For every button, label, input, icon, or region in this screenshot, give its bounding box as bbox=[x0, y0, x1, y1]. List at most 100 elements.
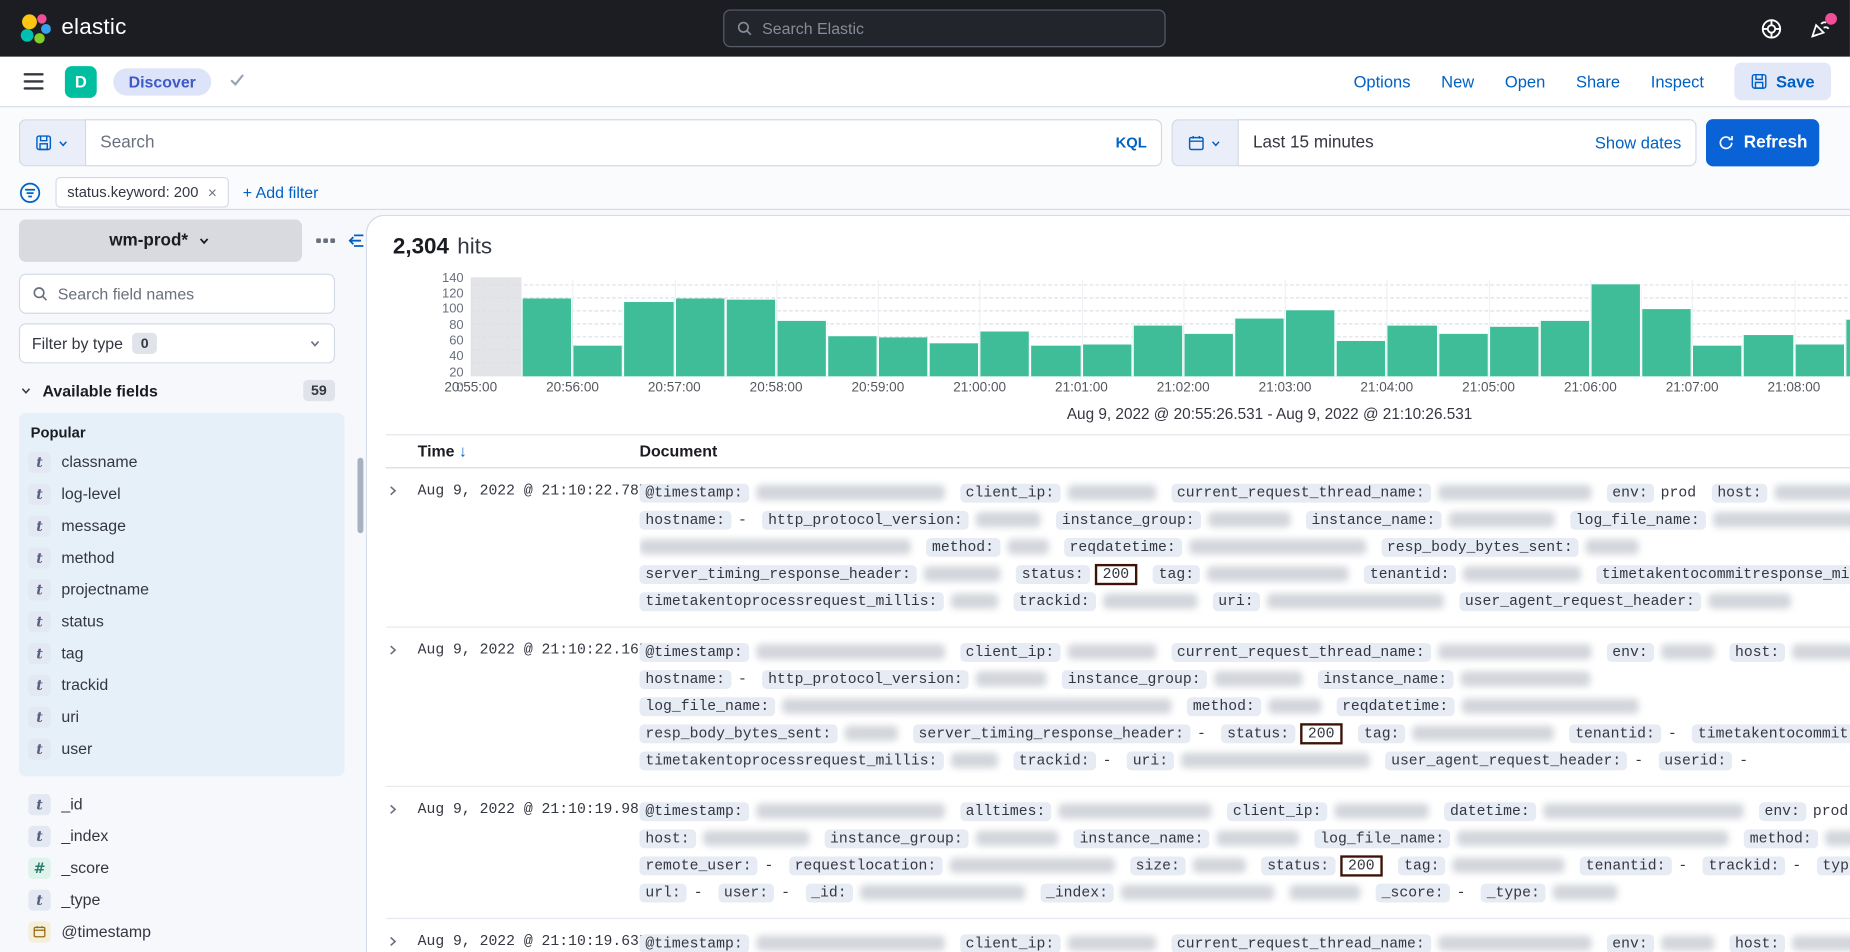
histogram-bar[interactable] bbox=[1438, 334, 1489, 377]
field-current_request_thread_name: current_request_thread_name: bbox=[1171, 934, 1591, 952]
field-item-projectname[interactable]: tprojectname bbox=[28, 573, 344, 605]
global-search-input[interactable]: Search Elastic bbox=[723, 9, 1165, 47]
field-item-message[interactable]: tmessage bbox=[28, 510, 344, 542]
text-field-icon: t bbox=[28, 547, 50, 568]
histogram-bar[interactable] bbox=[1794, 344, 1845, 376]
field-remote_user: remote_user:- bbox=[639, 856, 773, 875]
field-search-input[interactable]: Search field names bbox=[19, 274, 335, 314]
field-item-score[interactable]: #_score bbox=[28, 852, 365, 884]
available-fields-header[interactable]: Available fields 59 bbox=[19, 380, 335, 401]
hits-histogram[interactable]: 20:55:0020:56:0020:57:0020:58:0020:59:00… bbox=[391, 277, 1850, 395]
refresh-button[interactable]: Refresh bbox=[1706, 119, 1819, 166]
index-pattern-name: wm-prod* bbox=[109, 231, 188, 250]
histogram-bar[interactable] bbox=[623, 302, 674, 376]
field-item-timestamp[interactable]: @timestamp bbox=[28, 916, 365, 948]
field-trackid: trackid: bbox=[1013, 592, 1197, 611]
field-settings-icon[interactable] bbox=[316, 239, 334, 243]
filter-by-type-dropdown[interactable]: Filter by type 0 bbox=[19, 323, 335, 363]
expand-row-icon[interactable] bbox=[386, 638, 418, 774]
time-range-field[interactable]: Last 15 minutes Show dates bbox=[1238, 119, 1697, 166]
histogram-bar[interactable] bbox=[1132, 325, 1183, 376]
histogram-bar[interactable] bbox=[1387, 325, 1438, 376]
histogram-bar[interactable] bbox=[1641, 309, 1692, 377]
histogram-bar[interactable] bbox=[1031, 345, 1082, 376]
redacted-value-blur bbox=[703, 831, 809, 846]
field-label-chip: timetakentocommitresponse_millis: bbox=[1596, 565, 1850, 584]
histogram-bar[interactable] bbox=[1081, 344, 1132, 376]
filter-icon[interactable] bbox=[19, 181, 41, 203]
date-picker-button[interactable] bbox=[1172, 119, 1238, 166]
field-timetakentoprocessrequest_millis: timetakentoprocessrequest_millis: bbox=[639, 751, 997, 770]
field-label-chip: tenantid: bbox=[1580, 856, 1671, 875]
saved-query-button[interactable] bbox=[19, 119, 85, 166]
histogram-bar[interactable] bbox=[1845, 320, 1850, 377]
redacted-value-blur bbox=[1103, 593, 1197, 608]
field-item-id[interactable]: t_id bbox=[28, 788, 365, 820]
histogram-plot[interactable] bbox=[471, 280, 1850, 377]
kql-badge[interactable]: KQL bbox=[1116, 134, 1147, 151]
menu-icon[interactable] bbox=[19, 68, 48, 94]
field-name: log-level bbox=[61, 485, 120, 503]
row-timestamp: Aug 9, 2022 @ 21:10:22.787 bbox=[418, 479, 640, 615]
help-icon[interactable] bbox=[1760, 17, 1782, 39]
elastic-logo[interactable]: elastic bbox=[19, 12, 127, 44]
histogram-bar[interactable] bbox=[674, 299, 725, 376]
histogram-bar[interactable] bbox=[573, 345, 624, 376]
index-pattern-switcher[interactable]: wm-prod* bbox=[19, 219, 302, 261]
histogram-bar[interactable] bbox=[1336, 341, 1387, 376]
histogram-bar[interactable] bbox=[1692, 345, 1743, 376]
field-method: method: bbox=[1187, 697, 1321, 716]
histogram-bar[interactable] bbox=[827, 336, 878, 376]
filter-pill-status-keyword[interactable]: status.keyword: 200 × bbox=[55, 177, 228, 208]
field-item-uri[interactable]: turi bbox=[28, 701, 344, 733]
histogram-bar[interactable] bbox=[980, 332, 1031, 377]
field-item-status[interactable]: tstatus bbox=[28, 605, 344, 637]
field-item-log-level[interactable]: tlog-level bbox=[28, 478, 344, 510]
field-item-accountid[interactable]: taccountid bbox=[28, 947, 365, 952]
nav-link-options[interactable]: Options bbox=[1354, 72, 1411, 91]
field-tag: tag: bbox=[1398, 856, 1564, 875]
nav-link-new[interactable]: New bbox=[1441, 72, 1474, 91]
nav-link-share[interactable]: Share bbox=[1576, 72, 1620, 91]
histogram-bar[interactable] bbox=[929, 343, 980, 376]
field-item-index[interactable]: t_index bbox=[28, 820, 365, 852]
field-item-classname[interactable]: tclassname bbox=[28, 446, 344, 478]
histogram-bar[interactable] bbox=[776, 321, 827, 376]
histogram-bar[interactable] bbox=[1590, 284, 1641, 376]
histogram-bar[interactable] bbox=[725, 300, 776, 377]
histogram-bar[interactable] bbox=[1285, 310, 1336, 376]
nav-link-open[interactable]: Open bbox=[1505, 72, 1545, 91]
expand-row-icon[interactable] bbox=[386, 479, 418, 615]
histogram-bar[interactable] bbox=[1743, 335, 1794, 376]
sort-desc-icon[interactable]: ↓ bbox=[459, 442, 467, 460]
table-header: Time ↓ Document bbox=[386, 434, 1850, 468]
add-filter-link[interactable]: + Add filter bbox=[243, 183, 319, 201]
histogram-bar[interactable] bbox=[1539, 321, 1590, 376]
nav-link-inspect[interactable]: Inspect bbox=[1651, 72, 1704, 91]
field-item-type[interactable]: t_type bbox=[28, 884, 365, 916]
field-item-user[interactable]: tuser bbox=[28, 733, 344, 765]
histogram-bar[interactable] bbox=[878, 338, 929, 377]
histogram-bar[interactable] bbox=[522, 298, 573, 376]
sidebar-scrollbar[interactable] bbox=[357, 458, 363, 534]
row-document: @timestamp:client_ip:current_request_thr… bbox=[639, 638, 1850, 774]
show-dates-link[interactable]: Show dates bbox=[1595, 133, 1681, 152]
save-button[interactable]: Save bbox=[1735, 63, 1831, 101]
histogram-bar[interactable] bbox=[1234, 318, 1285, 376]
time-range-value[interactable]: Last 15 minutes bbox=[1253, 133, 1595, 152]
expand-row-icon[interactable] bbox=[386, 930, 418, 952]
remove-filter-icon[interactable]: × bbox=[208, 183, 217, 201]
field-item-trackid[interactable]: ttrackid bbox=[28, 669, 344, 701]
histogram-bar[interactable] bbox=[1183, 334, 1234, 376]
time-column-header[interactable]: Time ↓ bbox=[386, 442, 640, 460]
expand-row-icon[interactable] bbox=[386, 798, 418, 907]
histogram-bar[interactable] bbox=[1489, 327, 1540, 377]
collapse-sidebar-icon[interactable] bbox=[346, 231, 365, 250]
field-item-method[interactable]: tmethod bbox=[28, 542, 344, 574]
newsfeed-icon[interactable] bbox=[1809, 17, 1831, 39]
field-item-tag[interactable]: ttag bbox=[28, 637, 344, 669]
breadcrumb[interactable]: Discover bbox=[113, 68, 211, 95]
kql-search-input[interactable]: Search KQL bbox=[85, 119, 1162, 166]
redacted-value-blur bbox=[1290, 885, 1361, 900]
field-label-chip: env: bbox=[1606, 934, 1653, 952]
